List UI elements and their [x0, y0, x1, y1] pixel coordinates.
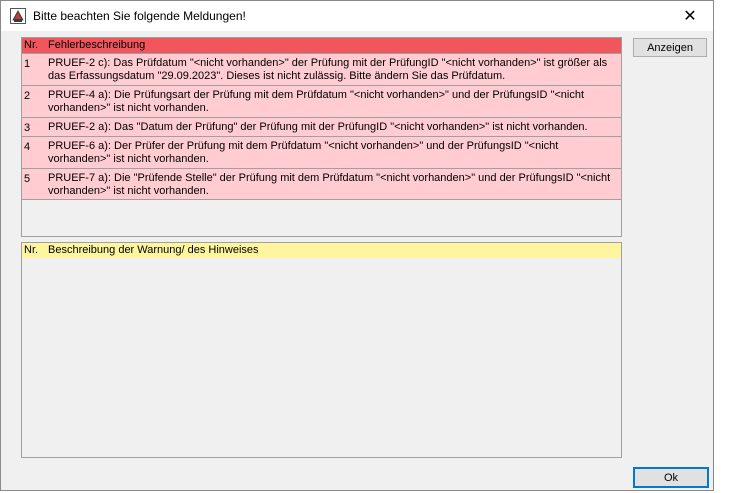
error-row-text: PRUEF-6 a): Der Prüfer der Prüfung mit d…	[48, 140, 559, 165]
app-icon	[10, 8, 26, 24]
warning-header-nr: Nr.	[24, 244, 39, 256]
error-row-nr: 4	[24, 141, 31, 153]
title-bar: Bitte beachten Sie folgende Meldungen! ✕	[1, 1, 713, 31]
error-row-nr: 3	[24, 122, 31, 134]
warning-list-header: Nr. Beschreibung der Warnung/ des Hinwei…	[22, 243, 621, 258]
error-header-nr: Nr.	[24, 39, 39, 51]
error-row-nr: 2	[24, 90, 31, 102]
error-row-text: PRUEF-4 a): Die Prüfungsart der Prüfung …	[48, 89, 585, 114]
message-dialog: Bitte beachten Sie folgende Meldungen! ✕…	[0, 0, 714, 491]
warning-header-description: Beschreibung der Warnung/ des Hinweises	[48, 244, 259, 256]
error-row-nr: 5	[24, 173, 31, 185]
error-row[interactable]: 5 PRUEF-7 a): Die "Prüfende Stelle" der …	[22, 168, 621, 200]
error-row[interactable]: 4 PRUEF-6 a): Der Prüfer der Prüfung mit…	[22, 136, 621, 168]
show-button[interactable]: Anzeigen	[633, 38, 707, 57]
window-title: Bitte beachten Sie folgende Meldungen!	[33, 9, 246, 23]
error-list-header: Nr. Fehlerbeschreibung	[22, 38, 621, 53]
error-row[interactable]: 1 PRUEF-2 c): Das Prüfdatum "<nicht vorh…	[22, 53, 621, 85]
error-list[interactable]: Nr. Fehlerbeschreibung 1 PRUEF-2 c): Das…	[21, 37, 622, 237]
warning-list[interactable]: Nr. Beschreibung der Warnung/ des Hinwei…	[21, 242, 622, 458]
close-button[interactable]: ✕	[667, 1, 713, 31]
error-row[interactable]: 3 PRUEF-2 a): Das "Datum der Prüfung" de…	[22, 117, 621, 136]
error-row-text: PRUEF-2 c): Das Prüfdatum "<nicht vorhan…	[48, 57, 608, 82]
error-row[interactable]: 2 PRUEF-4 a): Die Prüfungsart der Prüfun…	[22, 85, 621, 117]
error-header-description: Fehlerbeschreibung	[48, 39, 146, 51]
error-row-text: PRUEF-7 a): Die "Prüfende Stelle" der Pr…	[48, 172, 611, 197]
close-icon: ✕	[683, 8, 697, 25]
error-row-text: PRUEF-2 a): Das "Datum der Prüfung" der …	[48, 121, 588, 133]
error-row-nr: 1	[24, 58, 31, 70]
ok-button[interactable]: Ok	[633, 467, 709, 488]
